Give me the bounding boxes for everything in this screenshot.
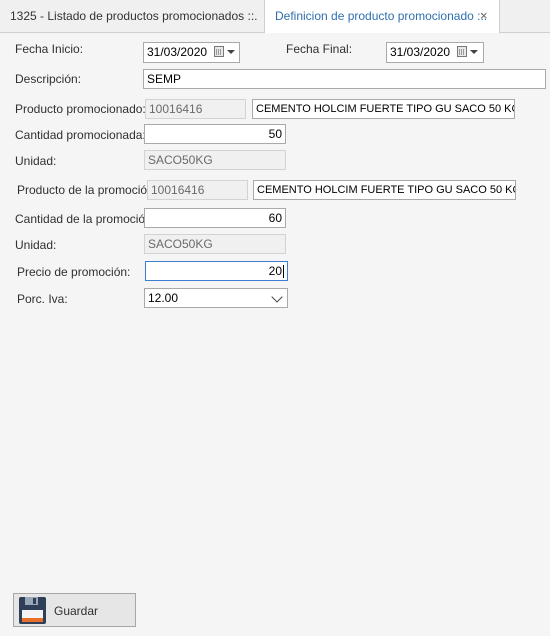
cantidad-promocion-label: Cantidad de la promoción: (15, 212, 156, 226)
porc-iva-label: Porc. Iva: (17, 292, 68, 306)
descripcion-label: Descripción: (15, 72, 82, 86)
tab-listado-label: 1325 - Listado de productos promocionado… (10, 9, 258, 23)
fecha-inicio-value: 31/03/2020 (147, 45, 208, 59)
porc-iva-value: 12.00 (148, 291, 179, 305)
producto-promocion-code: 10016416 (147, 180, 248, 200)
fecha-final-label: Fecha Final: (286, 42, 353, 56)
tab-definicion-label: Definicion de producto promocionado ::. (275, 9, 488, 23)
producto-promocionado-label: Producto promocionado: (15, 102, 146, 116)
producto-promocion-name[interactable]: CEMENTO HOLCIM FUERTE TIPO GU SACO 50 KG (253, 180, 516, 200)
unidad-promocionada-label: Unidad: (15, 154, 57, 168)
unidad-promocion-value: SACO50KG (144, 234, 286, 254)
cantidad-promocion-input[interactable]: 60 (144, 208, 286, 228)
chevron-down-icon[interactable] (271, 291, 283, 303)
fecha-inicio-label: Fecha Inicio: (15, 42, 84, 56)
unidad-promocionada-value: SACO50KG (144, 150, 286, 170)
precio-promocion-label: Precio de promoción: (17, 265, 131, 279)
save-button[interactable]: Guardar (13, 593, 136, 627)
chevron-down-icon[interactable] (227, 50, 235, 54)
fecha-inicio-picker[interactable]: 31/03/2020 (143, 42, 240, 63)
chevron-down-icon[interactable] (470, 50, 478, 54)
precio-promocion-input[interactable]: 20 (145, 261, 288, 281)
fecha-final-picker[interactable]: 31/03/2020 (386, 42, 484, 63)
descripcion-input[interactable]: SEMP (143, 69, 546, 89)
close-icon[interactable]: × (480, 0, 488, 32)
producto-promocion-label: Producto de la promoción: (17, 183, 158, 197)
floppy-disk-icon (19, 597, 46, 624)
tab-definicion-producto[interactable]: Definicion de producto promocionado ::. … (264, 0, 500, 33)
unidad-promocion-label: Unidad: (15, 238, 57, 252)
cantidad-promocionada-label: Cantidad promocionada: (15, 128, 146, 142)
fecha-final-value: 31/03/2020 (390, 45, 451, 59)
precio-promocion-value: 20 (268, 264, 282, 278)
text-caret (283, 265, 284, 279)
cantidad-promocionada-input[interactable]: 50 (144, 124, 286, 144)
producto-promocionado-name[interactable]: CEMENTO HOLCIM FUERTE TIPO GU SACO 50 KG (252, 99, 515, 119)
tab-listado-productos[interactable]: 1325 - Listado de productos promocionado… (0, 0, 264, 32)
calendar-icon[interactable] (457, 46, 467, 57)
tab-bar: 1325 - Listado de productos promocionado… (0, 0, 550, 33)
calendar-icon[interactable] (214, 46, 224, 57)
save-button-label: Guardar (54, 604, 99, 618)
producto-promocionado-code: 10016416 (145, 99, 246, 119)
porc-iva-select[interactable]: 12.00 (144, 288, 288, 308)
